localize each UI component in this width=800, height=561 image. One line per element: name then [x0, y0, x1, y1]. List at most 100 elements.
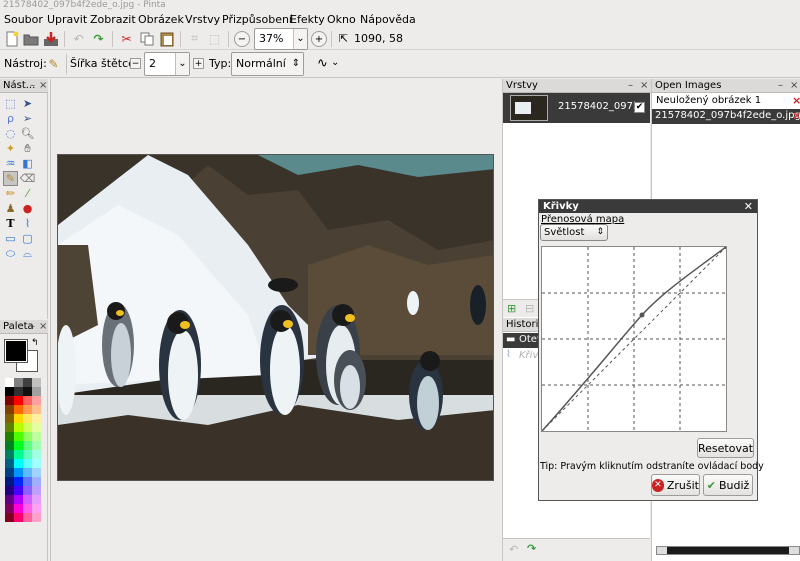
palette-swatch[interactable]	[32, 423, 41, 432]
redo-icon[interactable]: ↷	[90, 30, 107, 47]
palette-swatch[interactable]	[5, 414, 14, 423]
palette-swatch[interactable]	[23, 477, 32, 486]
text-icon[interactable]: T	[3, 216, 18, 231]
palette-swatch[interactable]	[5, 396, 14, 405]
palette-swatch[interactable]	[32, 513, 41, 522]
palette-swatch[interactable]	[14, 405, 23, 414]
palette-swatch[interactable]	[23, 468, 32, 477]
minimize-icon[interactable]: –	[628, 79, 633, 92]
close-icon[interactable]: ×	[39, 79, 47, 92]
palette-swatch[interactable]	[32, 504, 41, 513]
close-image-icon[interactable]: ×	[792, 109, 800, 122]
palette-swatch[interactable]	[14, 513, 23, 522]
undo-icon[interactable]: ↶	[70, 30, 87, 47]
pan-icon[interactable]: ✋︎	[20, 141, 35, 156]
palette-swatch[interactable]	[32, 450, 41, 459]
palette-swatch[interactable]	[23, 405, 32, 414]
scroll-right-arrow[interactable]	[789, 547, 799, 554]
palette-swatch[interactable]	[23, 396, 32, 405]
reset-button[interactable]: Resetovat	[697, 438, 754, 458]
palette-swatch[interactable]	[5, 513, 14, 522]
palette-swatch[interactable]	[14, 459, 23, 468]
palette-swatch[interactable]	[32, 405, 41, 414]
palette-swatch[interactable]	[14, 486, 23, 495]
zoom-icon[interactable]: 🔍︎	[20, 126, 35, 141]
menu-upravit[interactable]: Upravit	[47, 13, 87, 27]
crop-icon[interactable]: ⌗	[186, 30, 203, 47]
palette-swatch[interactable]	[5, 450, 14, 459]
add-layer-icon[interactable]: ⊞	[507, 302, 516, 315]
pencil-icon[interactable]: ✏︎	[3, 186, 18, 201]
increase-width-icon[interactable]: +	[193, 58, 204, 69]
palette-swatch[interactable]	[32, 468, 41, 477]
type-combo[interactable]: Normální ⇕	[231, 52, 304, 76]
updown-icon[interactable]: ⇕	[289, 53, 303, 75]
zoom-out-icon[interactable]: −	[234, 31, 250, 47]
palette-swatch[interactable]	[14, 441, 23, 450]
open-image-item[interactable]: Neuložený obrázek 1 ×	[652, 94, 800, 109]
palette-swatch[interactable]	[5, 486, 14, 495]
palette-grid[interactable]	[5, 378, 43, 558]
palette-swatch[interactable]	[23, 495, 32, 504]
cancel-button[interactable]: ✕ Zrušit	[651, 474, 700, 496]
palette-swatch[interactable]	[23, 513, 32, 522]
palette-swatch[interactable]	[5, 504, 14, 513]
close-image-icon[interactable]: ×	[792, 94, 800, 107]
palette-swatch[interactable]	[23, 414, 32, 423]
palette-swatch[interactable]	[23, 504, 32, 513]
palette-swatch[interactable]	[14, 378, 23, 387]
rectangle-icon[interactable]: ▭	[3, 231, 18, 246]
menu-napoveda[interactable]: Nápověda	[360, 13, 416, 27]
palette-swatch[interactable]	[23, 432, 32, 441]
magic-wand-icon[interactable]: ✦	[3, 141, 18, 156]
curve-graph[interactable]	[541, 245, 728, 432]
open-image-item[interactable]: 21578402_097b4f2ede_o.jpg ×	[652, 109, 800, 124]
palette-swatch[interactable]	[32, 459, 41, 468]
palette-swatch[interactable]	[32, 495, 41, 504]
close-icon[interactable]: ×	[790, 79, 798, 92]
menu-obrazek[interactable]: Obrázek	[138, 13, 184, 27]
redo-icon[interactable]: ↷	[527, 542, 536, 555]
undo-icon[interactable]: ↶	[509, 543, 518, 556]
close-icon[interactable]: ×	[640, 79, 648, 92]
line-curve-icon[interactable]: ⌇	[20, 216, 35, 231]
menu-prizpusobeni[interactable]: Přizpůsobení	[222, 13, 292, 27]
palette-swatch[interactable]	[14, 387, 23, 396]
palette-swatch[interactable]	[32, 486, 41, 495]
palette-swatch[interactable]	[23, 423, 32, 432]
layer-row[interactable]: 21578402_097l ✔	[503, 93, 650, 123]
dialog-titlebar[interactable]: Křivky ✕	[539, 200, 757, 213]
minimize-icon[interactable]: –	[30, 320, 35, 333]
lasso-select-icon[interactable]: ρ	[3, 111, 18, 126]
palette-swatch[interactable]	[32, 441, 41, 450]
palette-swatch[interactable]	[32, 432, 41, 441]
antialiasing-icon[interactable]: ∿	[314, 55, 331, 72]
menu-soubor[interactable]: Soubor	[4, 13, 43, 27]
copy-icon[interactable]	[138, 30, 155, 47]
color-picker-icon[interactable]: ⁄	[20, 186, 35, 201]
palette-swatch[interactable]	[5, 387, 14, 396]
palette-swatch[interactable]	[14, 396, 23, 405]
palette-swatch[interactable]	[14, 414, 23, 423]
palette-swatch[interactable]	[5, 432, 14, 441]
move-selection-icon[interactable]: ➢	[20, 111, 35, 126]
horizontal-scrollbar[interactable]	[656, 546, 800, 555]
brush-width-combo[interactable]: 2 ⌄	[144, 52, 190, 76]
palette-swatch[interactable]	[23, 378, 32, 387]
palette-swatch[interactable]	[23, 486, 32, 495]
curve-control-point[interactable]	[639, 312, 645, 318]
menu-vrstvy[interactable]: Vrstvy	[185, 13, 220, 27]
open-folder-icon[interactable]	[22, 30, 39, 47]
palette-swatch[interactable]	[14, 432, 23, 441]
paintbrush-tool-icon[interactable]: ✎	[3, 171, 18, 186]
chevron-down-icon[interactable]: ⌄	[331, 57, 339, 68]
paint-bucket-icon[interactable]: ♒	[3, 156, 18, 171]
save-icon[interactable]	[42, 30, 59, 47]
image-canvas[interactable]	[57, 154, 494, 481]
zoom-in-icon[interactable]: +	[311, 31, 327, 47]
palette-swatch[interactable]	[5, 423, 14, 432]
decrease-width-icon[interactable]: −	[130, 58, 141, 69]
recolor-icon[interactable]: ●	[20, 201, 35, 216]
freeform-shape-icon[interactable]: ⌓	[20, 246, 35, 261]
zoom-combo[interactable]: 37% ⌄	[254, 28, 308, 50]
